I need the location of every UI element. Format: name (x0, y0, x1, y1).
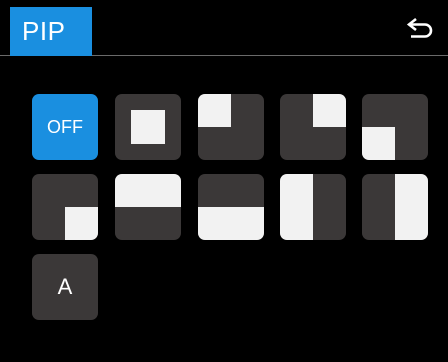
pip-bottom-right-button[interactable] (32, 174, 98, 240)
pip-bottom-right-icon (65, 207, 98, 240)
pip-top-left-button[interactable] (198, 94, 264, 160)
pip-top-left-icon (198, 94, 231, 127)
pip-off-label: OFF (47, 116, 83, 137)
pip-top-right-icon (313, 94, 346, 127)
pip-center-icon (131, 110, 165, 144)
split-horizontal-bottom-icon (198, 207, 264, 240)
pip-bottom-left-button[interactable] (362, 94, 428, 160)
source-a-label: A (57, 274, 73, 299)
split-vertical-left-icon (280, 174, 313, 240)
split-horizontal-top-icon (115, 174, 181, 207)
pip-top-right-button[interactable] (280, 94, 346, 160)
back-button[interactable] (406, 14, 436, 42)
split-horizontal-bottom-button[interactable] (198, 174, 264, 240)
split-vertical-left-button[interactable] (280, 174, 346, 240)
pip-center-button[interactable] (115, 94, 181, 160)
pip-bottom-left-icon (362, 127, 395, 160)
page-title: PIP (10, 7, 92, 56)
split-vertical-right-icon (395, 174, 428, 240)
source-a-button[interactable]: A (32, 254, 98, 320)
split-horizontal-top-button[interactable] (115, 174, 181, 240)
return-arrow-icon (406, 17, 433, 38)
pip-screen: PIP OFF A (0, 0, 448, 362)
split-vertical-right-button[interactable] (362, 174, 428, 240)
pip-off-button[interactable]: OFF (32, 94, 98, 160)
header-bar: PIP (0, 0, 448, 56)
